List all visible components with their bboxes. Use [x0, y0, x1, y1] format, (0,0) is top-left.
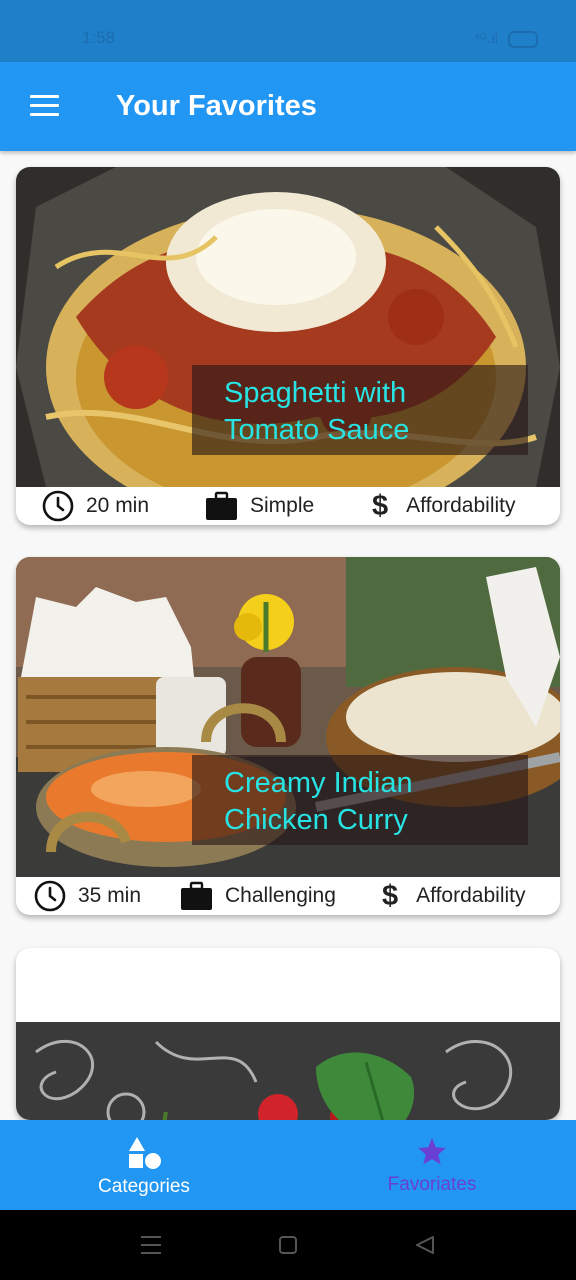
meal-image-dessert [16, 1022, 560, 1120]
battery-icon [508, 31, 538, 48]
bottom-navigation: Categories Favoriates [0, 1120, 576, 1210]
meal-card-curry[interactable]: Creamy Indian Chicken Curry 35 min Chall… [16, 557, 560, 915]
meal-info-row: 35 min Challenging $ Affordability [16, 877, 560, 915]
meal-card-dessert[interactable] [16, 948, 560, 1120]
meal-card-spaghetti[interactable]: Spaghetti with Tomato Sauce 20 min Simpl… [16, 167, 560, 525]
tab-categories[interactable]: Categories [44, 1120, 244, 1210]
clock-icon [42, 490, 74, 522]
affordability-text: Affordability [416, 884, 526, 907]
clock-icon [34, 880, 66, 912]
home-icon[interactable] [278, 1235, 298, 1255]
meal-title-line: Spaghetti with [224, 377, 407, 409]
dollar-icon: $ [382, 879, 399, 912]
duration-text: 35 min [78, 884, 142, 907]
app-bar: Your Favorites [0, 62, 576, 151]
duration-info: 20 min [42, 487, 149, 525]
affordability-text: Affordability [406, 494, 516, 517]
meal-title-line: Chicken Curry [224, 804, 408, 836]
meal-title-caption: Creamy Indian Chicken Curry [192, 755, 528, 845]
recent-apps-icon[interactable] [140, 1235, 162, 1255]
status-time: 1:58 [82, 28, 116, 47]
meal-title-line: Creamy Indian [224, 767, 413, 799]
meal-title-caption: Spaghetti with Tomato Sauce [192, 365, 528, 455]
category-shapes-icon [129, 1137, 161, 1169]
duration-info: 35 min [34, 877, 141, 915]
status-bar: 1:58 ⁴ᴳ.ıl [0, 0, 576, 62]
menu-icon[interactable] [30, 95, 59, 117]
back-icon[interactable] [414, 1235, 436, 1255]
briefcase-icon [206, 491, 237, 520]
star-icon [418, 1138, 446, 1165]
complexity-text: Challenging [225, 884, 336, 907]
duration-text: 20 min [86, 494, 150, 517]
briefcase-icon [181, 881, 212, 910]
affordability-info: $ Affordability [372, 487, 515, 525]
complexity-info: Simple [205, 487, 314, 525]
tab-favorites[interactable]: Favoriates [332, 1120, 532, 1210]
affordability-info: $ Affordability [382, 877, 525, 915]
complexity-text: Simple [250, 494, 315, 517]
tab-label: Categories [98, 1176, 190, 1197]
page-title: Your Favorites [116, 90, 317, 122]
meal-title-line: Tomato Sauce [224, 414, 410, 446]
tab-label: Favoriates [387, 1174, 477, 1195]
complexity-info: Challenging [180, 877, 336, 915]
meal-info-row: 20 min Simple $ Affordability [16, 487, 560, 525]
system-navigation-bar [0, 1210, 576, 1280]
signal-icon: ⁴ᴳ.ıl [474, 30, 498, 46]
dollar-icon: $ [372, 489, 389, 522]
